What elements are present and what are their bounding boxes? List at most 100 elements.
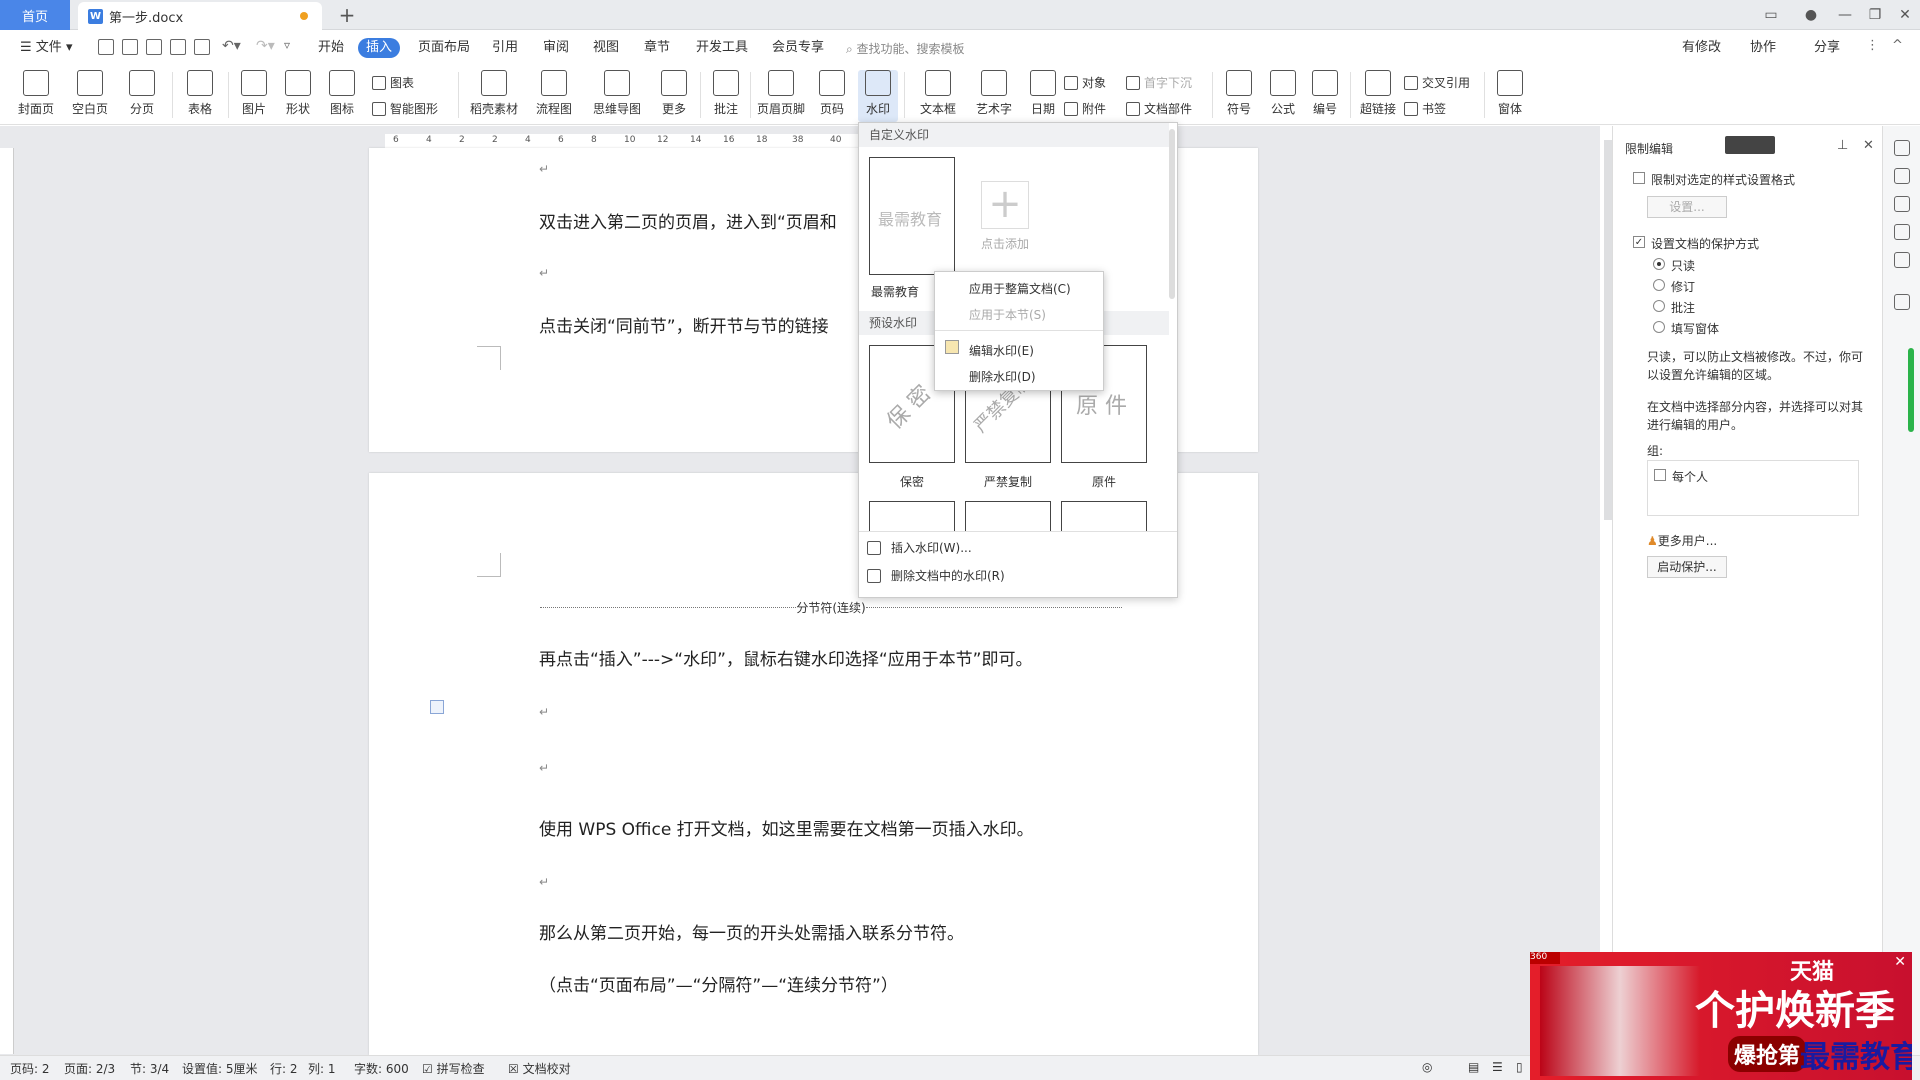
- new-tab-button[interactable]: +: [334, 2, 360, 28]
- more-button[interactable]: 更多: [654, 70, 694, 117]
- edit-watermark-item[interactable]: 编辑水印(E): [969, 342, 1034, 359]
- menu-review[interactable]: 审阅: [535, 38, 577, 58]
- date-button[interactable]: 日期: [1026, 70, 1060, 117]
- word-count-status[interactable]: 字数: 600: [354, 1060, 409, 1077]
- dropdown-scrollbar[interactable]: [1169, 129, 1175, 299]
- revision-radio[interactable]: [1653, 279, 1665, 291]
- doc-text-line[interactable]: 使用 WPS Office 打开文档，如这里需要在文档第一页插入水印。: [539, 815, 1034, 840]
- proofread-button[interactable]: ☒ 文档校对: [508, 1060, 571, 1077]
- apply-to-document-item[interactable]: 应用于整篇文档(C): [969, 280, 1071, 297]
- collapse-ribbon-icon[interactable]: ^: [1892, 38, 1903, 53]
- doc-text-line[interactable]: （点击“页面布局”—“分隔符”—“连续分节符”）: [539, 971, 898, 996]
- menu-chapter[interactable]: 章节: [636, 38, 678, 58]
- page-number-status[interactable]: 页码: 2: [10, 1060, 50, 1077]
- doc-text-line[interactable]: 双击进入第二页的页眉，进入到“页眉和: [539, 208, 837, 233]
- vertical-scrollbar[interactable]: [1604, 140, 1612, 520]
- protect-mode-checkbox[interactable]: ✓: [1633, 236, 1645, 248]
- search-box[interactable]: ⌕ 查找功能、搜索模板: [846, 40, 965, 57]
- menu-start[interactable]: 开始: [310, 38, 352, 58]
- ad-popup[interactable]: 360 天猫 个护焕新季 爆抢第 最需教育 ✕: [1530, 952, 1912, 1080]
- chart-button[interactable]: 图表: [372, 74, 414, 91]
- delete-all-watermarks-item[interactable]: 删除文档中的水印(R): [867, 567, 1005, 584]
- preset-watermark-5[interactable]: [965, 501, 1051, 531]
- paragraph-layout-icon[interactable]: [430, 700, 444, 714]
- mindmap-button[interactable]: 思维导图: [586, 70, 648, 117]
- lock-icon[interactable]: [1894, 294, 1910, 310]
- formula-button[interactable]: 公式: [1264, 70, 1302, 117]
- docer-material-button[interactable]: 稻壳素材: [466, 70, 522, 117]
- avatar[interactable]: ●: [1796, 0, 1826, 30]
- pen-icon[interactable]: [1894, 168, 1910, 184]
- symbol-button[interactable]: 符号: [1220, 70, 1258, 117]
- readonly-radio[interactable]: [1653, 258, 1665, 270]
- insert-watermark-item[interactable]: 插入水印(W)...: [867, 539, 972, 556]
- hyperlink-button[interactable]: 超链接: [1356, 70, 1400, 117]
- menu-view[interactable]: 视图: [585, 38, 627, 58]
- outline-view-icon[interactable]: ☰: [1492, 1060, 1503, 1074]
- minimize-button[interactable]: —: [1830, 0, 1860, 30]
- cover-page-button[interactable]: 封面页: [14, 70, 58, 117]
- apply-to-section-item[interactable]: 应用于本节(S): [969, 306, 1046, 323]
- flowchart-button[interactable]: 流程图: [528, 70, 580, 117]
- smart-art-button[interactable]: 智能图形: [372, 100, 438, 117]
- blank-page-button[interactable]: 空白页: [68, 70, 112, 117]
- user-list[interactable]: 每个人: [1647, 460, 1859, 516]
- table-button[interactable]: 表格: [180, 70, 220, 117]
- form-button[interactable]: 窗体: [1490, 70, 1530, 117]
- format-painter-icon[interactable]: [146, 39, 162, 55]
- horizontal-ruler[interactable]: 6 4 2 2 4 6 8 10 12 14 16 18 38 40: [385, 134, 865, 148]
- doc-text-line[interactable]: 那么从第二页开始，每一页的开头处需插入联系分节符。: [539, 919, 964, 944]
- close-panel-icon[interactable]: ✕: [1863, 138, 1874, 153]
- add-watermark-icon[interactable]: +: [981, 181, 1029, 229]
- doc-text-line[interactable]: 点击关闭“同前节”，断开节与节的链接: [539, 312, 829, 337]
- vertical-ruler[interactable]: [0, 148, 14, 1054]
- menu-references[interactable]: 引用: [484, 38, 526, 58]
- settings-button[interactable]: 设置...: [1647, 196, 1727, 218]
- doc-text-line[interactable]: 再点击“插入”--->“水印”，鼠标右键水印选择“应用于本节”即可。: [539, 645, 1033, 670]
- ime-indicator[interactable]: [1725, 136, 1775, 154]
- delete-watermark-item[interactable]: 删除水印(D): [969, 368, 1036, 385]
- doc-parts-button[interactable]: 文档部件: [1126, 100, 1192, 117]
- bookmark-button[interactable]: 书签: [1404, 100, 1446, 117]
- menu-page-layout[interactable]: 页面布局: [410, 38, 478, 58]
- icons-button[interactable]: 图标: [322, 70, 362, 117]
- customize-icon[interactable]: ▿: [284, 38, 290, 52]
- more-users-link[interactable]: ♟更多用户...: [1647, 532, 1717, 549]
- cross-reference-button[interactable]: 交叉引用: [1404, 74, 1470, 91]
- start-protection-button[interactable]: 启动保护...: [1647, 556, 1727, 578]
- textbox-button[interactable]: 文本框: [916, 70, 960, 117]
- print-preview-icon[interactable]: [194, 39, 210, 55]
- settings-sliders-icon[interactable]: [1894, 224, 1910, 240]
- comment-radio[interactable]: [1653, 300, 1665, 312]
- reading-view-icon[interactable]: ▯: [1516, 1060, 1523, 1074]
- menu-insert[interactable]: 插入: [358, 38, 401, 58]
- help-icon[interactable]: [1894, 252, 1910, 268]
- shape-button[interactable]: 形状: [278, 70, 318, 117]
- spell-check-button[interactable]: ☑ 拼写检查: [422, 1060, 485, 1077]
- attachment-button[interactable]: 附件: [1064, 100, 1106, 117]
- page-count-status[interactable]: 页面: 2/3: [64, 1060, 115, 1077]
- eye-protection-icon[interactable]: ◎: [1422, 1060, 1432, 1074]
- pin-icon[interactable]: ⊥: [1837, 138, 1848, 153]
- page-break-button[interactable]: 分页: [122, 70, 162, 117]
- menu-developer[interactable]: 开发工具: [688, 38, 756, 58]
- numbering-button[interactable]: 编号: [1306, 70, 1344, 117]
- layout-icon[interactable]: ▭: [1756, 0, 1786, 30]
- form-fill-radio[interactable]: [1653, 321, 1665, 333]
- custom-watermark-thumb[interactable]: 最需教育: [869, 157, 955, 275]
- style-icon[interactable]: [1894, 140, 1910, 156]
- ad-close-icon[interactable]: ✕: [1894, 954, 1906, 970]
- preset-watermark-6[interactable]: [1061, 501, 1147, 531]
- panel-title[interactable]: 限制编辑: [1625, 140, 1673, 157]
- print-icon[interactable]: [170, 39, 186, 55]
- home-tab[interactable]: 首页: [0, 0, 70, 30]
- document-tab[interactable]: W 第一步.docx: [78, 2, 322, 30]
- changes-button[interactable]: 有修改: [1674, 38, 1729, 58]
- undo-icon[interactable]: ↶▾: [222, 38, 241, 54]
- more-icon[interactable]: ⋮: [1866, 38, 1879, 53]
- select-icon[interactable]: [1894, 196, 1910, 212]
- wordart-button[interactable]: 艺术字: [970, 70, 1018, 117]
- style-restrict-checkbox[interactable]: [1633, 172, 1645, 184]
- file-menu[interactable]: ☰ 文件 ▾: [12, 38, 80, 58]
- section-status[interactable]: 节: 3/4: [130, 1060, 169, 1077]
